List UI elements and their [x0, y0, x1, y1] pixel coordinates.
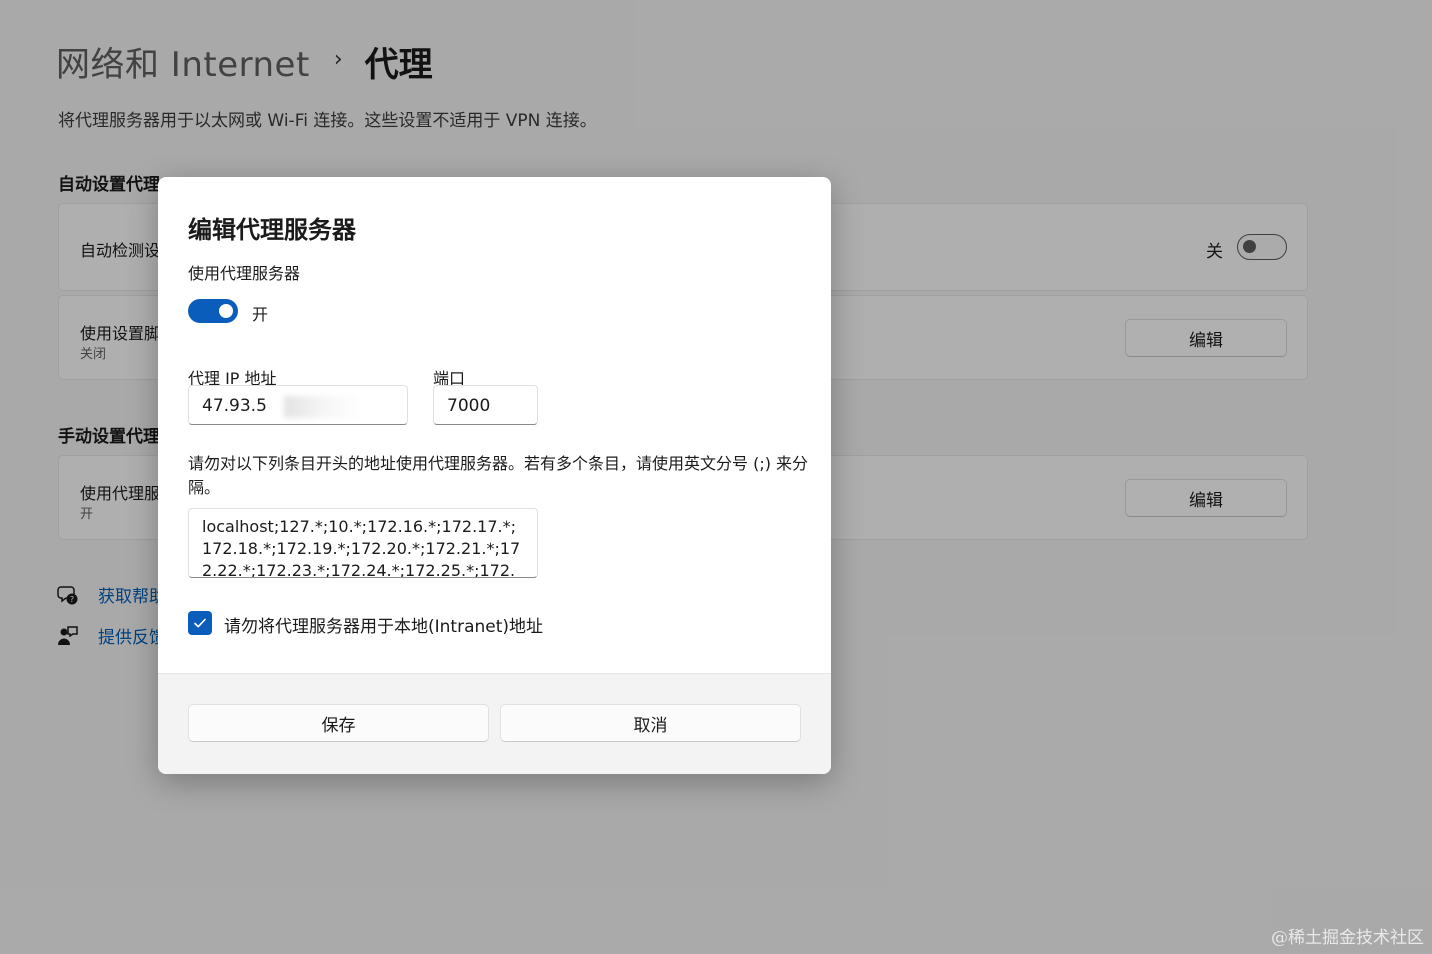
bypass-local-checkbox[interactable]	[188, 611, 212, 635]
save-button[interactable]: 保存	[188, 704, 489, 742]
proxy-ip-input[interactable]: 47.93.5	[188, 385, 408, 425]
exceptions-textarea[interactable]: localhost;127.*;10.*;172.16.*;172.17.*;1…	[188, 508, 538, 578]
redaction-blur	[284, 396, 364, 418]
dialog-title: 编辑代理服务器	[188, 216, 356, 244]
checkmark-icon	[194, 618, 206, 628]
dialog-footer: 保存 取消	[158, 673, 831, 774]
proxy-ip-value: 47.93.5	[202, 396, 267, 416]
edit-proxy-dialog: 编辑代理服务器 使用代理服务器 开 代理 IP 地址 47.93.5 端口 70…	[158, 177, 831, 774]
exceptions-description: 请勿对以下列条目开头的地址使用代理服务器。若有多个条目，请使用英文分号 (;) …	[188, 454, 809, 497]
port-value: 7000	[447, 396, 491, 416]
port-input[interactable]: 7000	[433, 385, 538, 425]
bypass-local-label: 请勿将代理服务器用于本地(Intranet)地址	[224, 617, 544, 637]
use-proxy-label: 使用代理服务器	[188, 264, 301, 283]
toggle-knob	[219, 304, 233, 318]
watermark: @稀土掘金技术社区	[1271, 928, 1424, 948]
cancel-button[interactable]: 取消	[500, 704, 801, 742]
use-proxy-state: 开	[252, 305, 269, 324]
use-proxy-toggle[interactable]	[188, 299, 238, 323]
